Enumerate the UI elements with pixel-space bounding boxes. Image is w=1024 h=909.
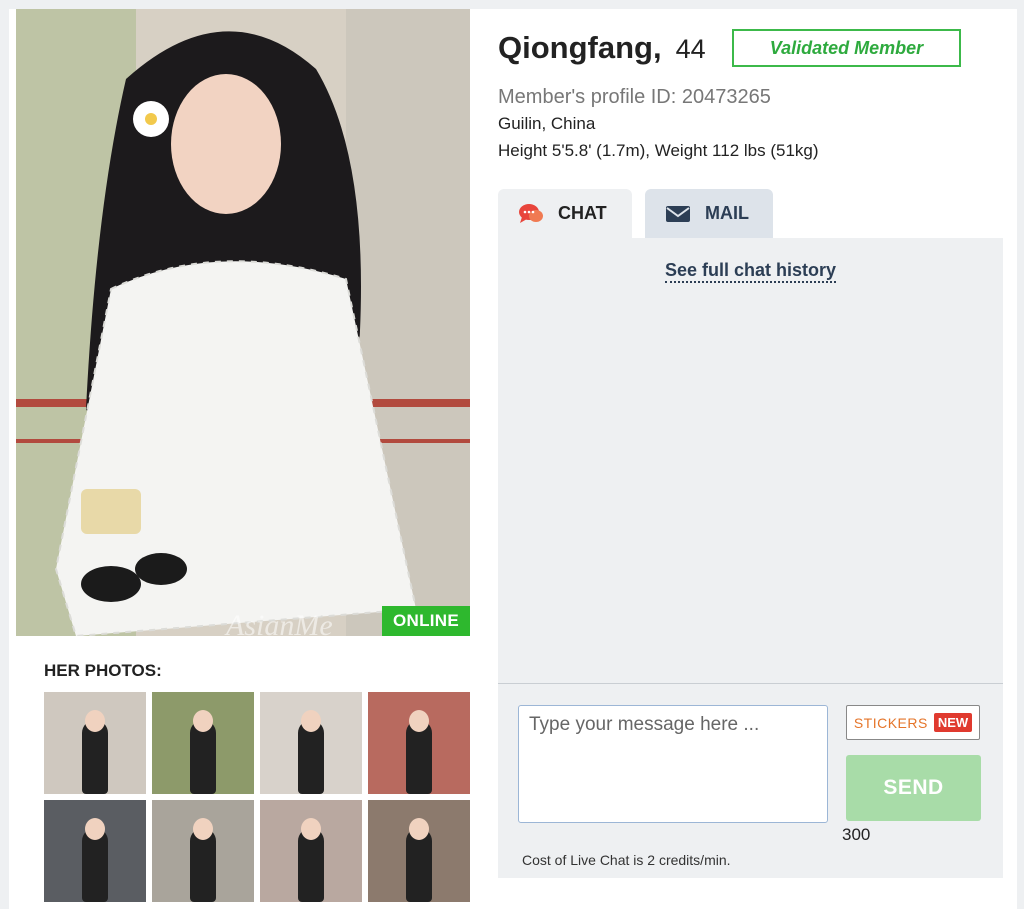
photo-illustration [16, 9, 470, 636]
message-input[interactable] [518, 705, 828, 823]
new-badge: NEW [933, 713, 973, 732]
photo-thumbnail[interactable] [368, 800, 470, 902]
profile-id: Member's profile ID: 20473265 [498, 86, 771, 108]
photo-thumbnail[interactable] [44, 692, 146, 794]
validated-member-badge: Validated Member [732, 29, 961, 67]
thumbnail-figure-face [85, 818, 105, 840]
chat-cost-note: Cost of Live Chat is 2 credits/min. [522, 852, 731, 868]
photo-thumbnail[interactable] [152, 692, 254, 794]
chat-divider [498, 683, 1003, 684]
member-location: Guilin, China [498, 114, 596, 133]
thumbnail-figure-face [409, 710, 429, 732]
photo-watermark: AsianMe [226, 609, 333, 636]
thumbnail-figure-face [193, 710, 213, 732]
photo-thumbnail[interactable] [152, 800, 254, 902]
her-photos-heading: HER PHOTOS: [44, 661, 162, 680]
stickers-label: STICKERS [853, 714, 928, 731]
tab-mail-label: MAIL [705, 203, 749, 223]
member-name: Qiongfang, [498, 30, 662, 65]
photo-thumbnail[interactable] [260, 800, 362, 902]
thumbnail-figure-face [193, 818, 213, 840]
chat-panel: See full chat history STICKERS NEW SEND … [498, 238, 1003, 878]
thumbnail-figure-face [301, 818, 321, 840]
member-age: 44 [675, 34, 706, 64]
photo-thumbnail-grid [44, 692, 474, 902]
stickers-button[interactable]: STICKERS NEW [846, 705, 980, 740]
thumbnail-figure-face [301, 710, 321, 732]
photo-thumbnail[interactable] [44, 800, 146, 902]
thumbnail-figure-face [409, 818, 429, 840]
main-profile-photo[interactable]: AsianMe [16, 9, 470, 636]
tab-chat[interactable]: CHAT [498, 189, 632, 238]
member-height-weight: Height 5'5.8' (1.7m), Weight 112 lbs (51… [498, 141, 819, 160]
thumbnail-figure-face [85, 710, 105, 732]
tab-chat-label: CHAT [558, 203, 607, 223]
photo-thumbnail[interactable] [260, 692, 362, 794]
full-chat-history-link[interactable]: See full chat history [664, 260, 837, 283]
name-age-row: Qiongfang, 44 [498, 30, 706, 66]
online-status-badge: ONLINE [382, 606, 470, 636]
photo-thumbnail[interactable] [368, 692, 470, 794]
chat-bubbles-icon [519, 203, 543, 223]
send-button[interactable]: SEND [846, 755, 981, 821]
character-counter: 300 [842, 825, 871, 844]
tab-mail[interactable]: MAIL [645, 189, 773, 238]
envelope-icon [666, 205, 690, 222]
